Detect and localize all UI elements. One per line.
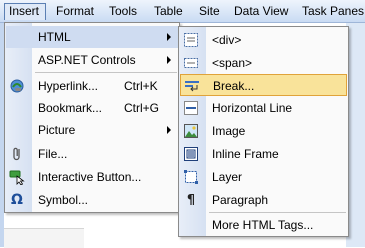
- menu-item-aspnet-controls[interactable]: ASP.NET Controls: [6, 49, 178, 71]
- menu-item-label: Bookmark...: [38, 101, 103, 115]
- submenu-item-more-html-tags[interactable]: More HTML Tags...: [180, 214, 347, 236]
- menu-item-label: Layer: [212, 170, 243, 184]
- menu-insert[interactable]: Insert: [4, 3, 46, 20]
- submenu-arrow-icon: [167, 33, 171, 41]
- horizontal-line-icon: [183, 100, 199, 116]
- menu-item-interactive-button[interactable]: Interactive Button...: [6, 166, 178, 188]
- menu-item-hyperlink[interactable]: Hyperlink... Ctrl+K: [6, 75, 178, 97]
- span-icon: [183, 55, 199, 71]
- menu-item-label: File...: [38, 147, 68, 161]
- bottom-left-strip: [4, 228, 84, 248]
- div-icon: [183, 32, 199, 48]
- menu-item-label: Break...: [213, 79, 255, 93]
- menu-format[interactable]: Format: [52, 3, 98, 20]
- hyperlink-icon: [9, 78, 25, 94]
- menu-item-label: Image: [212, 124, 246, 138]
- menu-item-label: Picture: [38, 123, 76, 137]
- menu-separator: [209, 212, 346, 213]
- submenu-arrow-icon: [167, 56, 171, 64]
- break-icon: [184, 78, 200, 94]
- menu-task-panes[interactable]: Task Panes: [298, 3, 365, 20]
- submenu-item-layer[interactable]: Layer: [180, 166, 347, 188]
- menu-site[interactable]: Site: [195, 3, 224, 20]
- html-submenu: <div> <span> Break... Horizontal Line Im…: [178, 26, 349, 237]
- paperclip-icon: [9, 146, 25, 162]
- menu-item-html[interactable]: HTML: [6, 26, 178, 48]
- menu-item-shortcut: Ctrl+G: [124, 101, 160, 115]
- menu-item-label: Symbol...: [38, 193, 89, 207]
- submenu-arrow-icon: [167, 126, 171, 134]
- menu-item-label: Inline Frame: [212, 147, 279, 161]
- menu-item-bookmark[interactable]: Bookmark... Ctrl+G: [6, 97, 178, 119]
- menu-table[interactable]: Table: [150, 3, 187, 20]
- submenu-item-inline-frame[interactable]: Inline Frame: [180, 143, 347, 165]
- menu-item-label: Interactive Button...: [38, 170, 142, 184]
- submenu-item-div[interactable]: <div>: [180, 29, 347, 51]
- menu-item-label: More HTML Tags...: [212, 218, 314, 232]
- submenu-item-paragraph[interactable]: ¶ Paragraph: [180, 189, 347, 211]
- menu-item-symbol[interactable]: Ω Symbol...: [6, 189, 178, 211]
- submenu-item-image[interactable]: Image: [180, 120, 347, 142]
- menu-separator: [35, 72, 177, 73]
- menu-item-label: ASP.NET Controls: [38, 53, 136, 67]
- menu-item-label: <span>: [212, 56, 253, 70]
- menu-item-picture[interactable]: Picture: [6, 119, 178, 141]
- image-icon: [183, 123, 199, 139]
- inline-frame-icon: [183, 146, 199, 162]
- submenu-item-horizontal-line[interactable]: Horizontal Line: [180, 97, 347, 119]
- menu-item-label: <div>: [212, 33, 242, 47]
- menu-item-file[interactable]: File...: [6, 143, 178, 165]
- menu-bar: Insert Format Tools Table Site Data View…: [0, 0, 365, 23]
- menu-item-label: Paragraph: [212, 193, 269, 207]
- menu-data-view[interactable]: Data View: [230, 3, 292, 20]
- paragraph-icon: ¶: [186, 192, 196, 208]
- menu-tools[interactable]: Tools: [105, 3, 141, 20]
- layer-icon: [183, 169, 199, 185]
- submenu-item-break[interactable]: Break...: [180, 74, 347, 96]
- omega-icon: Ω: [11, 192, 23, 208]
- menu-item-label: Horizontal Line: [212, 101, 293, 115]
- menu-item-label: HTML: [38, 30, 71, 44]
- insert-menu: HTML ASP.NET Controls Hyperlink... Ctrl+…: [4, 22, 180, 213]
- menu-item-shortcut: Ctrl+K: [124, 79, 158, 93]
- menu-item-label: Hyperlink...: [38, 79, 99, 93]
- interactive-button-icon: [9, 169, 25, 185]
- submenu-item-span[interactable]: <span>: [180, 52, 347, 74]
